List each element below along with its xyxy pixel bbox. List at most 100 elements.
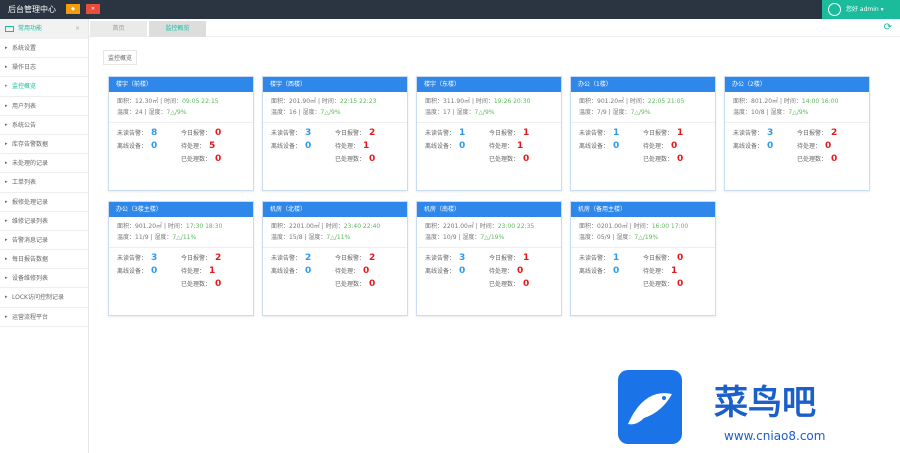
stat: 已处理数： 0 [181,279,222,289]
hum-value: 7△/19% [480,234,505,241]
sidebar-item[interactable]: LOCK访问控制记录 [0,288,88,308]
stat: 今日报警： 1 [643,128,684,138]
sidebar-item[interactable]: 维修记录列表 [0,212,88,231]
sidebar-item[interactable]: 系统设置 [0,39,88,59]
stat-value: 0 [215,128,222,138]
stat: 离线设备： 0 [579,141,620,151]
label: 时间 [633,223,646,230]
stat-value: 0 [677,253,684,263]
stat: 已处理数： 0 [797,154,838,164]
sidebar-item[interactable]: 库存告警数据 [0,135,88,155]
sidebar-item[interactable]: 每日报告数据 [0,250,88,270]
sidebar-group[interactable]: 常用功能 × [0,19,88,39]
card-info: 面积：0201.00㎡ | 时间：16:00 17:00 [579,223,689,230]
card-info: 温度：15/8 | 湿度：7△/11% [263,232,407,248]
label: 湿度 [154,234,167,241]
stat-value: 0 [151,266,158,276]
stat-value: 0 [215,154,222,164]
location-card[interactable]: 楼宇（东楼） 面积：311.90㎡ | 时间：19:26 20:30 温度：17… [416,76,562,191]
location-card[interactable]: 办公（3楼主楼） 面积：901.20㎡ | 时间：17:30 18:30 温度：… [108,201,254,316]
watermark-logo: 菜鸟吧 www.cniao8.com [618,370,825,444]
card-info: 温度：17 | 湿度：7△/9% [417,107,561,123]
temp-value: 10/8 [751,109,765,116]
card-info: 面积：2201.00㎡ | 时间：23:00 22:35 [425,223,535,230]
close-button[interactable]: ✕ [86,4,100,14]
stat: 今日报警： 1 [489,253,530,263]
stat: 已处理数： 0 [489,279,530,289]
sidebar-item[interactable]: 工单列表 [0,173,88,193]
label: 面积 [579,98,592,105]
tab-monitor[interactable]: 监控概览 [149,21,206,37]
stat-value: 1 [517,141,524,151]
card-title: 机房（备用主楼） [571,202,715,217]
label: 湿度 [456,109,469,116]
temp-value: 15/8 [289,234,303,241]
area-value: 0201.00㎡ [597,223,628,230]
stat-value: 2 [369,253,376,263]
stat-value: 1 [613,253,620,263]
label: 面积 [271,98,284,105]
stat: 今日报警： 1 [489,128,530,138]
sidebar-item[interactable]: 用户列表 [0,97,88,116]
stat-value: 0 [305,141,312,151]
location-card[interactable]: 机房（备用主楼） 面积：0201.00㎡ | 时间：16:00 17:00 温度… [570,201,716,316]
hum-value: 7△/19% [634,234,659,241]
sidebar-item[interactable]: 未处理的记录 [0,154,88,174]
stat-value: 1 [523,128,530,138]
stat: 待处理： 0 [489,266,524,276]
stat-value: 0 [369,279,376,289]
stat-value: 2 [215,253,222,263]
card-title: 机房（北楼） [263,202,407,217]
stat: 离线设备： 0 [425,141,466,151]
label: 面积 [117,223,130,230]
stat: 待处理： 1 [643,266,678,276]
label: 湿度 [612,109,625,116]
location-card[interactable]: 楼宇（西楼） 面积：201.90㎡ | 时间：22:15 22:23 温度：16… [262,76,408,191]
sidebar-item[interactable]: 报修处理记录 [0,193,88,212]
card-title: 楼宇（前楼） [109,77,253,92]
card-title: 办公（3楼主楼） [109,202,253,217]
user-menu[interactable]: 您好 admin ▾ [822,0,900,19]
label: 时间 [475,98,488,105]
sidebar-item[interactable]: 运营流程平台 [0,308,88,327]
tab-home[interactable]: 首页 [90,21,147,37]
temp-value: 10/9 [443,234,457,241]
card-title: 办公（2楼） [725,77,869,92]
sidebar-item[interactable]: 监控概览 [0,77,88,97]
stat: 未读告警： 3 [117,253,158,263]
stat: 离线设备： 0 [425,266,466,276]
temp-value: 24 [135,109,143,116]
area-value: 2201.00㎡ [289,223,320,230]
stat-value: 0 [677,154,684,164]
sidebar-item[interactable]: 操作日志 [0,58,88,78]
card-info: 面积：901.20㎡ | 时间：22:05 21:05 [579,98,685,105]
sidebar-item[interactable]: 系统公告 [0,116,88,135]
location-card[interactable]: 办公（1楼） 面积：901.20㎡ | 时间：22:05 21:05 温度：7/… [570,76,716,191]
label: 时间 [321,98,334,105]
stat: 今日报警： 2 [335,128,376,138]
label: 温度 [271,109,284,116]
card-info: 面积：2201.00㎡ | 时间：23:40 22:40 [271,223,381,230]
stat-value: 1 [459,128,466,138]
stat: 今日报警： 0 [181,128,222,138]
stat: 待处理： 0 [797,141,832,151]
stat-value: 1 [523,253,530,263]
sidebar-item[interactable]: 设备维修列表 [0,269,88,289]
label: 温度 [579,234,592,241]
menu-toggle-button[interactable]: ◆ [66,4,80,14]
stat: 待处理： 0 [335,266,370,276]
stat: 已处理数： 0 [489,154,530,164]
stat-value: 2 [305,253,312,263]
sidebar-item[interactable]: 告警消息记录 [0,231,88,251]
stat: 已处理数： 0 [335,154,376,164]
card-info: 温度：16 | 湿度：7△/9% [263,107,407,123]
location-card[interactable]: 楼宇（前楼） 面积：12.30㎡ | 时间：09:05 22:15 温度：24 … [108,76,254,191]
collapse-icon[interactable]: × [75,19,80,39]
location-card[interactable]: 机房（南楼） 面积：2201.00㎡ | 时间：23:00 22:35 温度：1… [416,201,562,316]
label: 温度 [117,234,130,241]
hum-value: 7△/9% [474,109,495,116]
location-card[interactable]: 办公（2楼） 面积：801.20㎡ | 时间：14:00 16:00 温度：10… [724,76,870,191]
refresh-icon[interactable]: ⟳ [884,22,892,33]
monitor-icon [5,26,14,32]
location-card[interactable]: 机房（北楼） 面积：2201.00㎡ | 时间：23:40 22:40 温度：1… [262,201,408,316]
